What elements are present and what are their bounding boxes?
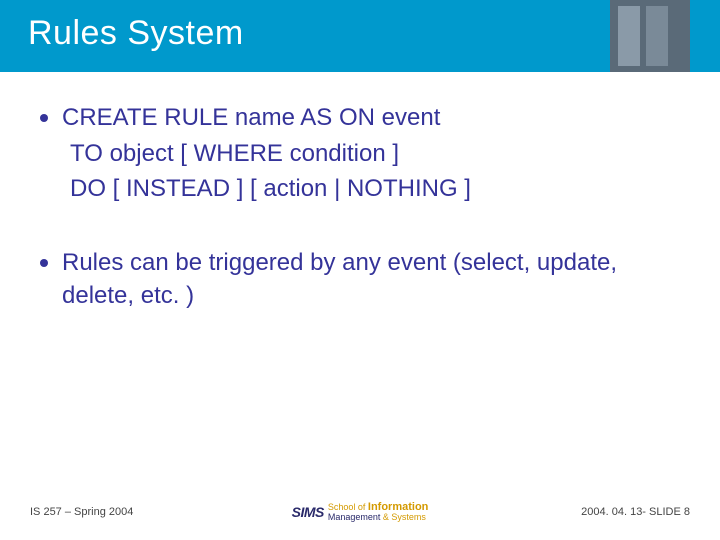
slide: Rules System CREATE RULE name AS ON even… [0, 0, 720, 540]
bullet-icon [40, 114, 48, 122]
footer-right: 2004. 04. 13- SLIDE 8 [470, 506, 690, 518]
logo-systems: & Systems [383, 512, 426, 522]
footer: IS 257 – Spring 2004 SIMS School of Info… [0, 502, 720, 522]
slide-content: CREATE RULE name AS ON event TO object [… [0, 72, 720, 312]
bullet-subline: DO [ INSTEAD ] [ action | NOTHING ] [40, 173, 680, 205]
logo-school: School of [328, 502, 366, 512]
footer-left: IS 257 – Spring 2004 [30, 506, 250, 518]
bullet-subline: TO object [ WHERE condition ] [40, 138, 680, 170]
bullet-icon [40, 259, 48, 267]
bullet-text: Rules can be triggered by any event (sel… [62, 247, 680, 312]
slide-title: Rules System [28, 14, 244, 53]
spacer [40, 207, 680, 247]
bullet-item: Rules can be triggered by any event (sel… [40, 247, 680, 312]
logo-subtext: School of Information Management & Syste… [328, 502, 429, 522]
logo-text: SIMS [292, 504, 324, 520]
logo-management: Management [328, 512, 381, 522]
title-bar: Rules System [0, 0, 720, 72]
bullet-text: CREATE RULE name AS ON event [62, 102, 680, 134]
title-decorative-image [610, 0, 690, 72]
bullet-item: CREATE RULE name AS ON event [40, 102, 680, 134]
footer-logo: SIMS School of Information Management & … [250, 502, 470, 522]
